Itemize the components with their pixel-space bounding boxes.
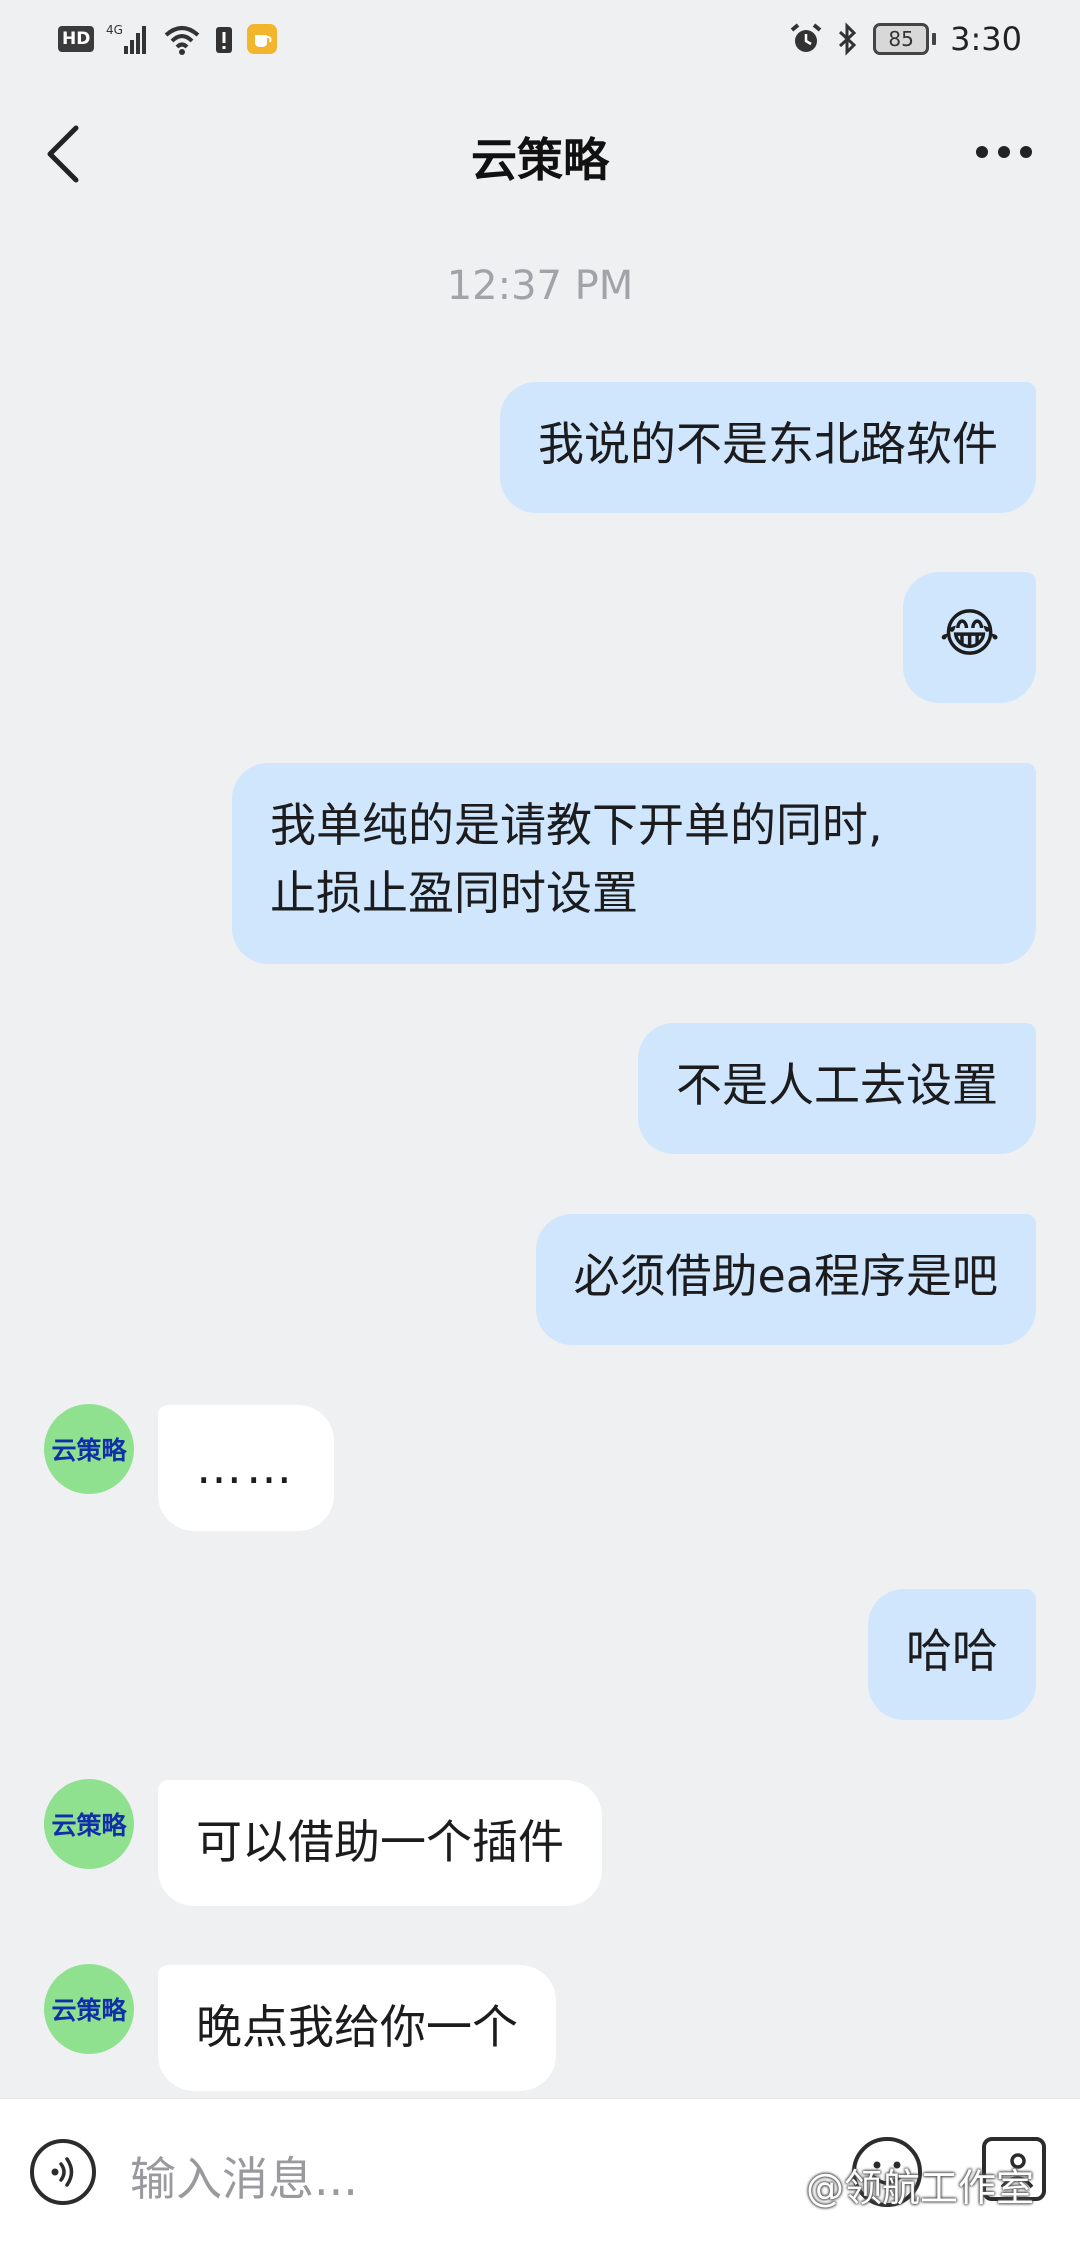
message-text: 晚点我给你一个 bbox=[196, 2000, 518, 2054]
battery-level: 85 bbox=[873, 23, 930, 55]
network-label: 4G bbox=[106, 23, 123, 37]
message-bubble-sent[interactable]: 我说的不是东北路软件 bbox=[500, 382, 1036, 513]
message-input[interactable]: 输入消息... bbox=[130, 2143, 358, 2209]
message-text: 哈哈 bbox=[906, 1624, 998, 1678]
status-right: 85 3:30 bbox=[789, 20, 1022, 58]
more-options-button[interactable] bbox=[964, 122, 1044, 182]
chat-header: 云策略 bbox=[0, 84, 1080, 224]
wifi-icon bbox=[162, 23, 202, 55]
signal-icon: 4G bbox=[106, 22, 150, 56]
message-bubble-received[interactable]: 晚点我给你一个 bbox=[158, 1965, 556, 2091]
message-text: 我说的不是东北路软件 bbox=[538, 417, 998, 471]
message-text-line: 我单纯的是请教下开单的同时, bbox=[270, 798, 883, 852]
status-bar: HD 4G 85 3:30 bbox=[0, 0, 1080, 84]
message-bubble-sent[interactable]: 哈哈 bbox=[868, 1589, 1036, 1720]
message-bubble-received[interactable]: 可以借助一个插件 bbox=[158, 1780, 602, 1906]
message-text: 必须借助ea程序是吧 bbox=[573, 1249, 999, 1303]
voice-icon bbox=[51, 2157, 74, 2187]
bluetooth-icon bbox=[837, 22, 859, 56]
status-left: HD 4G bbox=[58, 22, 278, 56]
page-title: 云策略 bbox=[471, 133, 609, 187]
message-bubble-sent[interactable]: 不是人工去设置 bbox=[638, 1023, 1036, 1154]
message-bubble-sent[interactable]: 我单纯的是请教下开单的同时, 止损止盈同时设置 bbox=[232, 763, 1036, 964]
message-timestamp: 12:37 PM bbox=[446, 263, 634, 309]
alarm-icon bbox=[789, 22, 823, 56]
watermark: @领航工作室 bbox=[806, 2166, 1035, 2210]
message-bubble-sent[interactable]: 必须借助ea程序是吧 bbox=[535, 1214, 1036, 1345]
message-text: 不是人工去设置 bbox=[676, 1058, 998, 1112]
voice-button[interactable] bbox=[30, 2139, 96, 2205]
message-bubble-sent[interactable]: 😂 bbox=[903, 572, 1036, 703]
message-text: …… bbox=[196, 1440, 296, 1494]
message-text-line: 止损止盈同时设置 bbox=[270, 866, 638, 920]
avatar[interactable]: 云策略 bbox=[44, 1404, 134, 1494]
alert-icon bbox=[214, 23, 234, 55]
avatar[interactable]: 云策略 bbox=[44, 1779, 134, 1869]
message-bubble-received[interactable]: …… bbox=[158, 1405, 334, 1531]
message-input-bar: 输入消息... @领航工作室 bbox=[0, 2098, 1080, 2245]
clock: 3:30 bbox=[950, 20, 1022, 58]
message-text: 可以借助一个插件 bbox=[196, 1815, 564, 1869]
battery-icon: 85 bbox=[873, 23, 937, 55]
hd-badge: HD bbox=[58, 26, 95, 52]
app-notification-icon bbox=[246, 23, 278, 55]
laughing-emoji: 😂 bbox=[939, 604, 1000, 664]
more-horizontal-icon bbox=[976, 146, 988, 158]
avatar[interactable]: 云策略 bbox=[44, 1964, 134, 2054]
